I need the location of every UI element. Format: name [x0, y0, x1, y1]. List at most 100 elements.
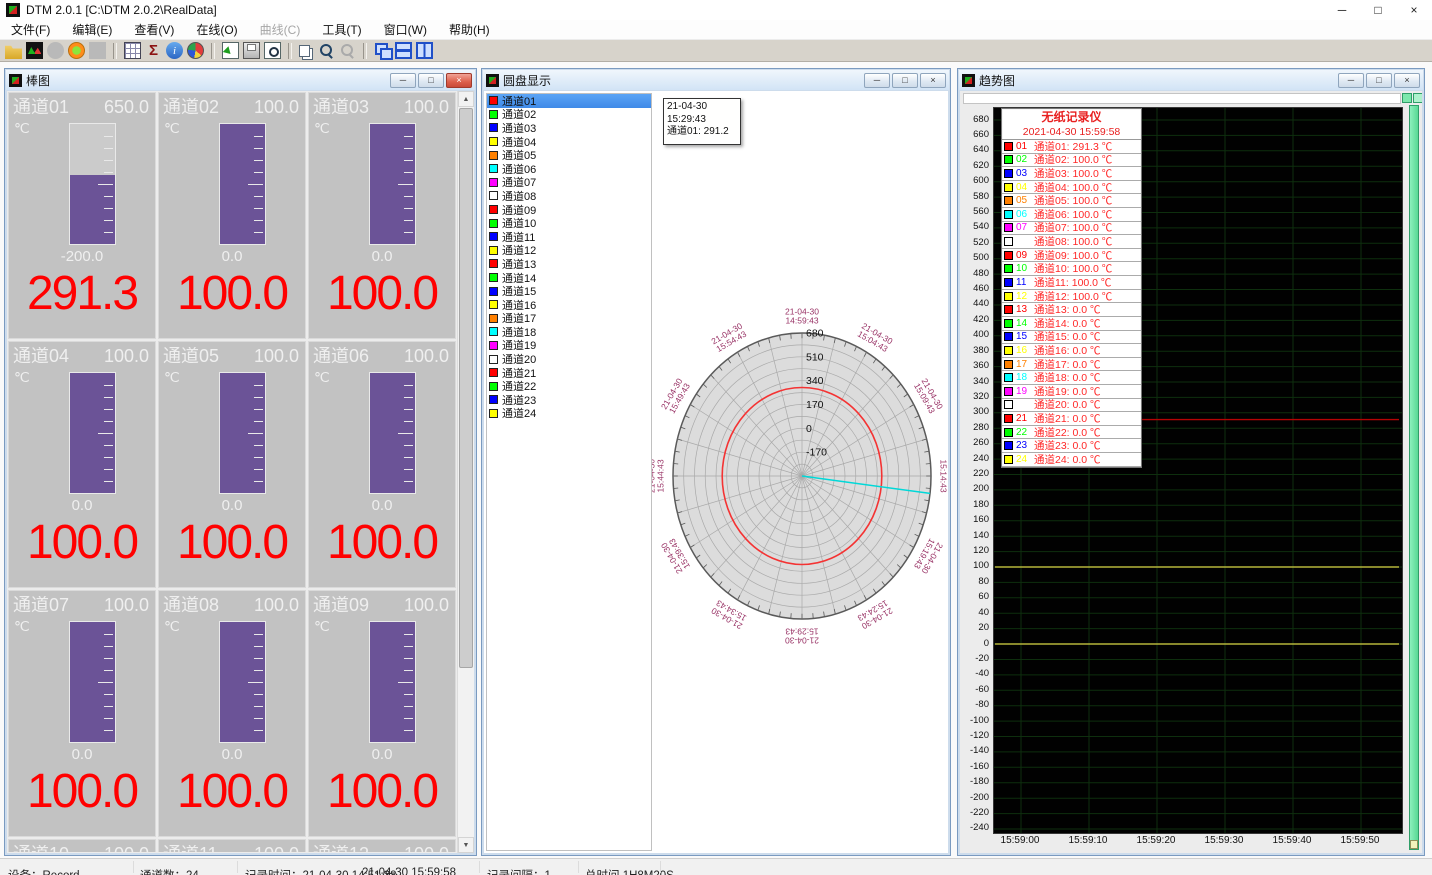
tile-horizontal-icon[interactable] — [395, 42, 412, 59]
trend-top-strip — [963, 93, 1401, 104]
scale-max-value: 100.0 — [104, 347, 149, 366]
menu-item-帮助(H)[interactable]: 帮助(H) — [438, 19, 501, 40]
gauge-tick — [254, 148, 263, 149]
y-axis-tick: 540 — [960, 221, 989, 232]
pie-chart-icon[interactable] — [187, 42, 204, 59]
minimize-button[interactable]: ─ — [1324, 0, 1360, 20]
copy-icon[interactable] — [299, 45, 310, 57]
menu-item-曲线(C): 曲线(C) — [249, 19, 312, 40]
gauge-cell-header: 通道10100.0 — [9, 840, 155, 852]
gauge-tick — [104, 136, 113, 137]
window-title: 趋势图 — [979, 72, 1015, 89]
svg-text:21-04-30: 21-04-30 — [710, 321, 745, 347]
y-axis-tick: 660 — [960, 129, 989, 140]
gauge-tick — [254, 646, 263, 647]
menu-item-查看(V)[interactable]: 查看(V) — [123, 19, 185, 40]
gauge-tick — [404, 469, 413, 470]
child-minimize-button[interactable]: ─ — [390, 73, 416, 88]
mdi-workspace: 棒图 ─ □ × 通道01650.0℃-200.0291.3通道02100.0℃… — [0, 62, 1432, 858]
gauge-tick — [404, 670, 413, 671]
gauge-tick — [254, 706, 263, 707]
trend-split-handle-2[interactable] — [1413, 93, 1422, 103]
svg-text:15:34:43: 15:34:43 — [714, 598, 748, 623]
trend-split-handle[interactable] — [1402, 93, 1412, 103]
menu-item-窗口(W)[interactable]: 窗口(W) — [373, 19, 438, 40]
maximize-button[interactable]: □ — [1360, 0, 1396, 20]
gauge-tick — [404, 646, 413, 647]
scroll-up-button[interactable]: ▲ — [458, 91, 474, 107]
bar-chart-window: 棒图 ─ □ × 通道01650.0℃-200.0291.3通道02100.0℃… — [4, 68, 477, 856]
gauge-cell-header: 通道12100.0 — [309, 840, 455, 852]
y-axis-tick: 320 — [960, 391, 989, 402]
data-table-icon[interactable] — [124, 42, 141, 59]
child-maximize-button[interactable]: □ — [1366, 73, 1392, 88]
scroll-down-button[interactable]: ▼ — [458, 837, 474, 853]
window-icon — [962, 74, 975, 87]
menu-item-文件(F)[interactable]: 文件(F) — [0, 19, 61, 40]
gauge-tick — [254, 718, 263, 719]
menu-item-在线(O)[interactable]: 在线(O) — [185, 19, 248, 40]
window-icon — [486, 74, 499, 87]
svg-text:340: 340 — [806, 375, 824, 387]
gauge-tick — [104, 457, 113, 458]
channel-color-swatch — [489, 395, 498, 404]
trend-vertical-slider[interactable] — [1409, 105, 1419, 850]
bar-window-titlebar[interactable]: 棒图 ─ □ × — [6, 70, 475, 90]
gauge-tick — [254, 421, 263, 422]
gauge-tick — [104, 658, 113, 659]
scrollbar-thumb[interactable] — [459, 108, 473, 668]
svg-text:15:29:43: 15:29:43 — [785, 627, 818, 637]
open-file-icon[interactable] — [5, 42, 22, 59]
child-maximize-button[interactable]: □ — [418, 73, 444, 88]
gauge-tick — [404, 718, 413, 719]
legend-channel-number: 02 — [1016, 154, 1031, 165]
trend-window-titlebar[interactable]: 趋势图 ─ □ × — [959, 70, 1423, 90]
disc-window-titlebar[interactable]: 圆盘显示 ─ □ × — [483, 70, 949, 90]
y-axis-tick: 100 — [960, 560, 989, 571]
close-button[interactable]: × — [1396, 0, 1432, 20]
status-item-4: 记录间隔：1 — [487, 867, 551, 875]
vertical-scrollbar[interactable]: ▲ ▼ — [457, 91, 474, 853]
legend-channel-number: 14 — [1016, 318, 1031, 329]
cascade-windows-icon[interactable] — [374, 42, 391, 59]
record-start-icon[interactable] — [68, 42, 85, 59]
zoom-disabled-icon — [339, 42, 356, 59]
y-axis-tick: 360 — [960, 360, 989, 371]
status-item-3: 21-04-30 15:59:58 — [362, 867, 456, 875]
channel-current-value: 291.3 — [9, 268, 155, 320]
status-separator — [237, 861, 238, 873]
y-axis-tick: -120 — [960, 730, 989, 741]
menu-item-编辑(E)[interactable]: 编辑(E) — [61, 19, 123, 40]
gauge-cell-通道01: 通道01650.0℃-200.0291.3 — [8, 92, 156, 339]
child-minimize-button[interactable]: ─ — [1338, 73, 1364, 88]
gauge-tick — [248, 682, 263, 683]
y-axis-tick: 220 — [960, 468, 989, 479]
zoom-icon[interactable] — [318, 42, 335, 59]
print-icon[interactable] — [243, 42, 260, 59]
child-close-button[interactable]: × — [1394, 73, 1420, 88]
child-minimize-button[interactable]: ─ — [864, 73, 890, 88]
trend-chart-window: 趋势图 ─ □ × 680660640620600580560540520500… — [957, 68, 1425, 856]
legend-channel-number: 03 — [1016, 168, 1031, 179]
channel-list-item-通道24[interactable]: 通道24 — [487, 407, 651, 421]
realtime-chart-icon[interactable] — [26, 42, 43, 59]
tile-vertical-icon[interactable] — [416, 42, 433, 59]
child-close-button[interactable]: × — [920, 73, 946, 88]
gauge-tick — [98, 682, 113, 683]
child-close-button[interactable]: × — [446, 73, 472, 88]
slider-thumb[interactable] — [1410, 840, 1418, 849]
menu-item-工具(T)[interactable]: 工具(T) — [311, 19, 372, 40]
statistics-sigma-icon[interactable]: Σ — [145, 42, 162, 59]
gauge-cell-通道03: 通道03100.0℃0.0100.0 — [308, 92, 456, 339]
channel-current-value: 100.0 — [159, 766, 305, 818]
channel-color-swatch — [489, 151, 498, 160]
child-maximize-button[interactable]: □ — [892, 73, 918, 88]
print-preview-icon[interactable] — [264, 42, 281, 59]
export-data-icon[interactable] — [222, 42, 239, 59]
channel-name: 通道01 — [13, 98, 69, 117]
gauge-tick — [104, 730, 113, 731]
y-axis-tick: 180 — [960, 499, 989, 510]
info-icon[interactable]: i — [166, 42, 183, 59]
svg-text:15:14:43: 15:14:43 — [939, 459, 949, 492]
scale-max-value: 100.0 — [254, 845, 299, 852]
